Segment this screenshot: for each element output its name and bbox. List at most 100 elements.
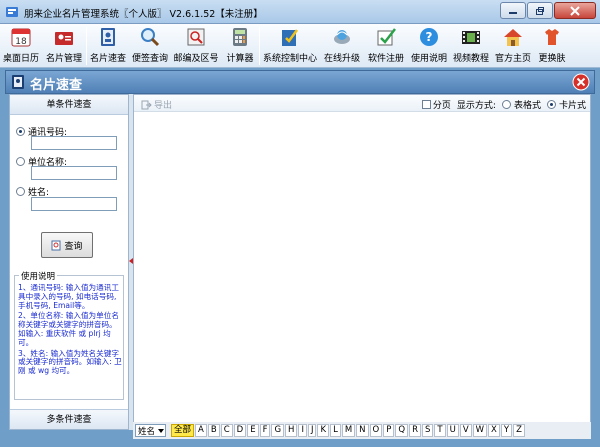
- letter-index-button[interactable]: W: [472, 424, 488, 437]
- letter-index-button[interactable]: Q: [395, 424, 409, 437]
- letter-index-button[interactable]: H: [285, 424, 298, 437]
- table-mode-radio[interactable]: [501, 100, 511, 109]
- letter-index-button[interactable]: Z: [513, 424, 525, 437]
- calendar-icon: 18: [11, 28, 31, 47]
- letter-index-button[interactable]: R: [409, 424, 421, 437]
- toolbar-upgrade-button[interactable]: 在线升级: [320, 24, 364, 68]
- toolbar-register-button[interactable]: 软件注册: [364, 24, 408, 68]
- close-icon: [570, 5, 580, 16]
- help-box: 使用说明 1、通讯号码: 输入值为通讯工具中录入的号码, 如电话号码, 手机号码…: [14, 270, 124, 400]
- help-item: 1、通讯号码: 输入值为通讯工具中录入的号码, 如电话号码, 手机号码, Ema…: [18, 283, 119, 310]
- multi-condition-tab[interactable]: 多条件速查: [10, 409, 128, 429]
- toolbar-label: 桌面日历: [2, 54, 39, 64]
- search-button[interactable]: 查询: [41, 232, 93, 258]
- letter-index-button[interactable]: K: [317, 424, 330, 437]
- toolbar-video-button[interactable]: 视频教程: [450, 24, 492, 68]
- panel-title: 名片速查: [30, 78, 83, 93]
- letter-index-button[interactable]: I: [298, 424, 307, 437]
- toolbar-label: 使用说明: [410, 54, 447, 64]
- letter-index-button[interactable]: P: [383, 424, 395, 437]
- letter-index-button[interactable]: C: [220, 424, 233, 437]
- minimize-icon: [509, 11, 517, 14]
- letter-index-button[interactable]: U: [446, 424, 459, 437]
- letter-index-button[interactable]: A: [195, 424, 207, 437]
- chevron-down-icon: [158, 428, 165, 433]
- letter-index-button[interactable]: F: [259, 424, 271, 437]
- letter-index-button[interactable]: X: [488, 424, 500, 437]
- help-item: 2、单位名称: 输入值为单位名称关键字或关键字的拼音码。如输入: 重庆软件 或 …: [18, 311, 119, 347]
- memo-search-icon: [141, 28, 160, 47]
- toolbar-card-manage-button[interactable]: 名片管理: [42, 24, 86, 68]
- toolbar-homepage-button[interactable]: 官方主页: [492, 24, 534, 68]
- export-icon: [141, 100, 152, 109]
- letter-index-button[interactable]: E: [247, 424, 259, 437]
- letter-index-button[interactable]: M: [341, 424, 356, 437]
- letter-index-button[interactable]: L: [330, 424, 341, 437]
- phone-input[interactable]: [31, 136, 117, 150]
- letter-index-button[interactable]: V: [459, 424, 472, 437]
- close-button[interactable]: [554, 2, 596, 19]
- skin-icon: [545, 29, 559, 45]
- export-button[interactable]: 导出: [141, 98, 172, 111]
- calculator-icon: [233, 28, 247, 46]
- company-input[interactable]: [31, 166, 117, 180]
- card-mode-radio[interactable]: [546, 100, 556, 109]
- letter-index-button[interactable]: D: [233, 424, 247, 437]
- table-mode-label: 表格式: [513, 101, 541, 111]
- toolbar-label: 更换肤: [538, 54, 566, 64]
- toolbar-control-center-button[interactable]: 系统控制中心: [260, 24, 320, 68]
- help-item: 3、姓名: 输入值为姓名关键字或关键字的拼音码。如输入: 卫刚 或 wg 均可。: [18, 348, 122, 376]
- panel-close-icon[interactable]: [572, 73, 590, 91]
- online-upgrade-icon: [334, 30, 350, 44]
- toolbar-memo-search-button[interactable]: 便签查询: [129, 24, 171, 68]
- letter-index-button[interactable]: T: [434, 424, 446, 437]
- toolbar-skin-button[interactable]: 更换肤: [534, 24, 570, 68]
- postcode-icon: [187, 28, 205, 46]
- index-bar: 姓名 全部 A B C D E F G H I J K L M N O P Q R S T U V W X Y Z: [133, 422, 591, 439]
- minimize-button[interactable]: [500, 2, 526, 19]
- name-input[interactable]: [31, 197, 117, 211]
- index-field-select[interactable]: 姓名: [135, 424, 167, 437]
- letter-index-button[interactable]: J: [307, 424, 317, 437]
- letter-index-button[interactable]: 全部: [171, 424, 195, 437]
- toolbar-calendar-button[interactable]: 18 桌面日历: [0, 24, 42, 68]
- toolbar-card-search-button[interactable]: 名片速查: [87, 24, 129, 68]
- help-title: 使用说明: [19, 270, 58, 282]
- toolbar-label: 在线升级: [323, 54, 360, 64]
- results-toolbar: 导出 分页 显示方式: 表格式 卡片式: [134, 95, 590, 112]
- toolbar-label: 官方主页: [494, 54, 531, 64]
- restore-icon: [536, 6, 544, 15]
- card-mode-label: 卡片式: [558, 101, 586, 111]
- window-title: 朋来企业名片管理系统〖个人版〗 V2.6.1.52【未注册】: [24, 9, 263, 20]
- control-center-icon: [282, 29, 299, 46]
- paging-checkbox[interactable]: [421, 100, 431, 109]
- card-manage-icon: [55, 32, 73, 45]
- display-options: 分页 显示方式: 表格式 卡片式: [421, 98, 586, 111]
- toolbar-postcode-button[interactable]: 邮编及区号: [171, 24, 221, 68]
- toolbar-label: 计算器: [226, 54, 254, 64]
- toolbar-calculator-button[interactable]: 计算器: [221, 24, 259, 68]
- letter-index-button[interactable]: N: [356, 424, 369, 437]
- letter-index-button[interactable]: G: [271, 424, 285, 437]
- radio-button[interactable]: [16, 127, 25, 136]
- restore-button[interactable]: [527, 2, 553, 19]
- letter-index-button[interactable]: O: [369, 424, 383, 437]
- letter-index: 全部 A B C D E F G H I J K L M N O P Q R S T U V W X Y Z: [171, 424, 526, 437]
- help-icon: ?: [420, 28, 438, 46]
- card-search-icon: [101, 28, 115, 46]
- letter-index-button[interactable]: Y: [500, 424, 513, 437]
- window-controls: [499, 2, 596, 19]
- letter-index-button[interactable]: B: [207, 424, 220, 437]
- export-label: 导出: [154, 101, 173, 111]
- search-doc-icon: [51, 240, 61, 250]
- toolbar-help-button[interactable]: ? 使用说明: [408, 24, 450, 68]
- radio-button[interactable]: [16, 187, 25, 196]
- display-mode-label: 显示方式:: [456, 101, 496, 111]
- svg-text:?: ?: [426, 30, 433, 44]
- letter-index-button[interactable]: S: [421, 424, 434, 437]
- toolbar-label: 视频教程: [452, 54, 489, 64]
- app-icon: [6, 7, 18, 17]
- main-toolbar: 18 桌面日历 名片管理 名片速查 便签查询 邮编及区号 计算器 系统控制中心 …: [0, 24, 600, 68]
- index-field-value: 姓名: [138, 426, 156, 437]
- radio-button[interactable]: [16, 157, 25, 166]
